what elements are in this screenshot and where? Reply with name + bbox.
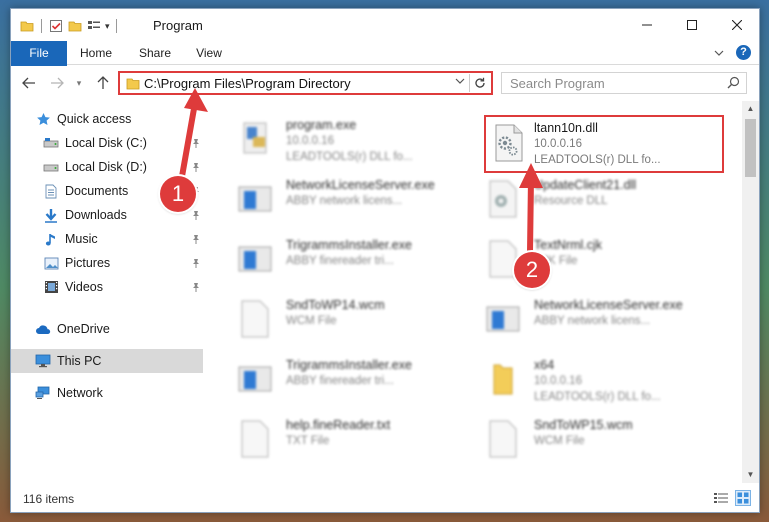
step1-arrow: [178, 88, 208, 185]
tutorial-arrows: [178, 88, 543, 255]
step2-badge: 2: [514, 252, 550, 288]
step2-arrow: [519, 163, 543, 255]
step1-badge: 1: [160, 176, 196, 212]
